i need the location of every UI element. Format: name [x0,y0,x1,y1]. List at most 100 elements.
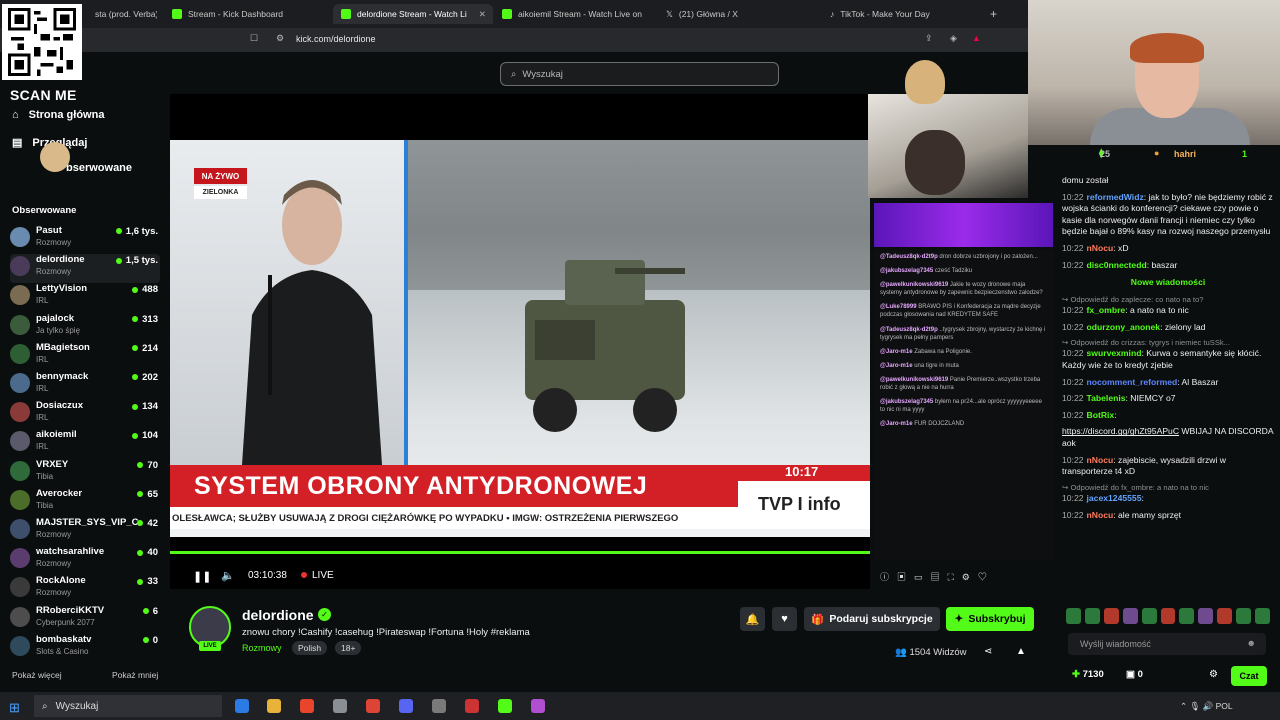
message-user[interactable]: swurvexmind [1087,348,1142,358]
site-info-icon[interactable]: ⚙ [276,33,284,44]
location-label: ZIELONKA [194,186,247,199]
followed-channel[interactable]: MBagietson IRL 214 [10,342,160,371]
discord-icon[interactable] [399,699,413,713]
message-user[interactable]: odurzony_anonek [1087,322,1161,332]
tag-age[interactable]: 18+ [335,641,362,655]
gift-sub-button[interactable]: 🎁 Podaruj subskrypcje [804,607,940,631]
browse-icon: ▤ [12,137,23,149]
chat-input[interactable]: Wyślij wiadomość ☻ [1068,633,1266,655]
emoji-icon[interactable]: ☻ [1247,638,1256,648]
followed-channel[interactable]: bennymack IRL 202 [10,371,160,400]
message-user[interactable]: disc0nnectedd [1087,260,1147,270]
volume-icon[interactable]: 🔈 [221,569,235,582]
show-less-button[interactable]: Pokaż mniej [112,670,158,680]
bell-icon[interactable]: 🔔 [740,607,765,631]
url-field[interactable]: kick.com/delordione [296,34,376,44]
message-user[interactable]: nNocu [1087,243,1114,253]
followed-channel[interactable]: Pasut Rozmowy 1,6 tys. [10,225,160,254]
new-tab-button[interactable]: + [990,4,1004,24]
overlay-chat-text: FUR DOJCZLAND [914,421,965,428]
tab-aikoiemil[interactable]: aikoiemil Stream - Watch Live on [502,4,652,24]
followed-channel[interactable]: watchsarahlive Rozmowy 40 [10,546,160,575]
followed-channel[interactable]: MAJSTER_SYS_VIP_C Rozmowy 42 [10,517,160,546]
kick-app-icon[interactable] [498,699,512,713]
message-user[interactable]: reformedWidz [1087,192,1144,202]
share-page-icon[interactable]: ⇪ [925,33,933,44]
share-icon[interactable]: ⋖ [984,646,992,657]
windows-start-icon[interactable]: ⊞ [9,700,20,716]
home-icon: ⌂ [12,109,19,121]
edge-icon[interactable] [235,699,249,713]
armored-vehicle [525,260,685,432]
channel-name: Averocker [36,487,83,499]
stream-time: 03:10:38 [248,570,287,581]
player-controls[interactable]: ⓘ▣▭▤⛶⚙♡ [880,570,1050,584]
settings-icon[interactable] [432,699,446,713]
obs-icon[interactable] [465,699,479,713]
channel-avatar [10,489,30,510]
message-user[interactable]: BotRix [1087,410,1115,420]
followed-channel[interactable]: RockAlone Rozmowy 33 [10,575,160,604]
tag-language[interactable]: Polish [292,641,328,655]
followed-channel[interactable]: Averocker Tibia 65 [10,488,160,517]
message-user[interactable]: jacex1245555 [1087,493,1142,503]
shield-icon[interactable]: ◈ [950,33,957,44]
folder-icon[interactable] [267,699,281,713]
chat-settings-icon[interactable]: ⚙ [1209,669,1218,680]
brave-icon[interactable] [300,699,314,713]
message-user[interactable]: nocomment_reformed [1087,377,1178,387]
bookmark-icon[interactable]: ☐ [250,33,258,44]
subscribe-button[interactable]: ✦ Subskrybuj [946,607,1034,631]
message-user[interactable]: Tabelenis [1087,393,1126,403]
tab-delordione[interactable]: delordione Stream - Watch Li ✕ [333,4,493,24]
extension-icon[interactable]: ▲ [972,33,981,43]
nav-home[interactable]: ⌂ Strona główna [12,109,104,121]
gift-counter[interactable]: ▣ 0 [1126,669,1143,680]
tab-music[interactable]: sta (prod. Verba) (Lir [95,4,157,24]
stream-category[interactable]: Rozmowy [242,643,282,653]
reply-text: Odpowiedź do fx_ombre: a nato na to nic [1070,482,1209,492]
top-gifter[interactable]: hahri [1174,149,1196,159]
viewers-icon: 👥 [895,647,910,658]
report-icon[interactable]: ▲ [1016,646,1026,657]
close-tab-icon[interactable]: ✕ [479,9,486,20]
tab-tiktok[interactable]: ♪ TikTok - Make Your Day [830,4,980,24]
followed-channel[interactable]: aikoiemil IRL 104 [10,429,160,458]
chat-message: 10:22 fx_ombre: a nato na to nic [1062,305,1274,317]
message-user[interactable]: fx_ombre [1087,305,1126,315]
followed-channel[interactable]: RRoberciKKTV Cyberpunk 2077 6 [10,605,160,634]
app-icon[interactable] [333,699,347,713]
follow-heart-icon[interactable]: ♥ [772,607,797,631]
system-tray[interactable]: ⌃ 🎙 🔊 POL [1180,701,1233,712]
search-input[interactable]: ⌕ Wyszukaj [500,62,779,86]
followed-channel[interactable]: delordione Rozmowy 1,5 tys. [10,254,160,284]
streamer-name[interactable]: delordione [242,607,314,623]
chat-message: 10:22 nNocu: ale mamy sprzęt [1062,510,1274,522]
tab-kick-dashboard[interactable]: Stream - Kick Dashboard [172,4,322,24]
followed-channel[interactable]: Dosiaczux IRL 134 [10,400,160,429]
tab-x[interactable]: 𝕏 (21) Główna / X [666,4,816,24]
show-more-button[interactable]: Pokaż więcej [12,670,62,680]
message-user[interactable]: nNocu [1087,455,1114,465]
followed-channel[interactable]: bombaskatv Slots & Casino 0 [10,634,160,663]
app2-icon[interactable] [531,699,545,713]
star-icon: ✦ [954,613,964,625]
tvp-info-logo: TVP I info [758,494,841,514]
chat-send-button[interactable]: Czat [1231,666,1267,686]
followed-channel[interactable]: LettyVision IRL 488 [10,283,160,312]
pause-icon[interactable]: ❚❚ [193,570,211,583]
chrome-icon[interactable] [366,699,380,713]
followed-channel[interactable]: pajalock Ja tylko śpię 313 [10,313,160,342]
channel-points[interactable]: ✚ 7130 [1072,669,1104,680]
overlay-chat-text: una tigre in muta [914,362,959,369]
chat-input-placeholder: Wyślij wiadomość [1080,639,1151,649]
new-messages-divider[interactable]: Nowe wiadomości [1062,277,1274,289]
message-user[interactable]: nNocu [1087,510,1114,520]
nav-following[interactable]: bserwowane [66,162,132,174]
emote-bar[interactable] [1066,608,1270,626]
discord-link[interactable]: https://discord.gg/ghZt95APuC [1062,426,1179,436]
channel-viewers: 40 [137,547,158,558]
taskbar-search[interactable]: ⌕ Wyszukaj [34,695,222,717]
followed-channel[interactable]: VRXEY Tibia 70 [10,459,160,488]
overlay-chat-user: @Tadeusz8qk-d2t9p [880,326,938,333]
